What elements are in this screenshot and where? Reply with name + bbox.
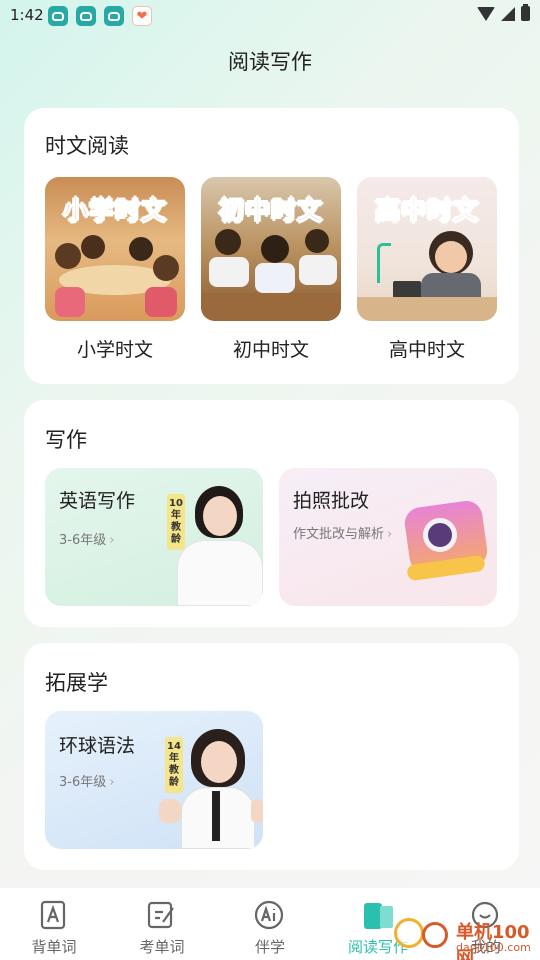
- app-notification-icon: [76, 6, 96, 26]
- status-time: 1:42: [10, 6, 44, 24]
- reading-card: 时文阅读 小学时文 小学时文 初中时文 初中时文 高中时文 高中时文: [24, 108, 519, 384]
- nav-item-companion[interactable]: 伴学: [216, 896, 324, 956]
- watermark-logo-ring: [422, 922, 448, 948]
- thumbnail-banner: 高中时文: [374, 196, 479, 226]
- writing-card: 写作 英语写作 3-6年级 › 10年教龄 拍照批改 作文批改与解析 ›: [24, 400, 519, 627]
- nav-label: 伴学: [254, 938, 285, 956]
- high-reading-label[interactable]: 高中时文: [357, 335, 497, 362]
- primary-reading-label[interactable]: 小学时文: [45, 335, 185, 362]
- teaching-years-badge: 14年教龄: [165, 737, 183, 793]
- chevron-right-icon: ›: [109, 533, 115, 548]
- middle-reading-thumbnail[interactable]: 初中时文: [201, 177, 341, 321]
- page-title: 阅读写作: [228, 50, 312, 74]
- primary-reading-thumbnail[interactable]: 小学时文: [45, 177, 185, 321]
- nav-label: 背单词: [31, 938, 77, 956]
- edit-icon: [146, 900, 176, 930]
- middle-reading-label[interactable]: 初中时文: [201, 335, 341, 362]
- battery-icon: [521, 4, 530, 21]
- ai-icon: [254, 900, 284, 930]
- high-reading-thumbnail[interactable]: 高中时文: [357, 177, 497, 321]
- photo-correction-title: 拍照批改: [293, 490, 370, 512]
- wifi-icon: [477, 6, 495, 21]
- global-grammar-tile[interactable]: 环球语法 3-6年级 › 14年教龄: [45, 711, 263, 849]
- watermark-url: danji100.com: [456, 941, 531, 954]
- english-writing-title: 英语写作: [59, 490, 136, 512]
- reading-section-title: 时文阅读: [45, 134, 129, 158]
- signal-icon: [501, 6, 515, 21]
- photo-correction-tile[interactable]: 拍照批改 作文批改与解析 ›: [279, 468, 497, 606]
- thumbnail-banner: 初中时文: [218, 196, 323, 226]
- teaching-years-badge: 10年教龄: [167, 494, 185, 550]
- global-grammar-grade: 3-6年级 ›: [59, 775, 115, 790]
- english-writing-grade: 3-6年级 ›: [59, 533, 115, 548]
- writing-section-title: 写作: [45, 428, 87, 452]
- photo-correction-sub: 作文批改与解析 ›: [293, 527, 393, 542]
- thumbnail-banner: 小学时文: [62, 196, 167, 226]
- extended-section-title: 拓展学: [45, 671, 108, 695]
- status-bar: 1:42 ❤: [0, 0, 540, 32]
- nav-item-test-words[interactable]: 考单词: [108, 896, 216, 956]
- chevron-right-icon: ›: [109, 775, 115, 790]
- extended-card: 拓展学 环球语法 3-6年级 › 14年教龄: [24, 643, 519, 870]
- english-writing-tile[interactable]: 英语写作 3-6年级 › 10年教龄: [45, 468, 263, 606]
- open-book-icon: [362, 900, 393, 930]
- a-book-icon: [38, 900, 68, 930]
- app-notification-icon: [104, 6, 124, 26]
- app-notification-icon: [48, 6, 68, 26]
- chevron-right-icon: ›: [387, 527, 393, 542]
- watermark-logo-icon: [394, 918, 424, 948]
- heart-notification-icon: ❤: [132, 6, 152, 26]
- nav-item-vocabulary[interactable]: 背单词: [0, 896, 108, 956]
- nav-label: 考单词: [139, 938, 185, 956]
- global-grammar-title: 环球语法: [59, 735, 136, 757]
